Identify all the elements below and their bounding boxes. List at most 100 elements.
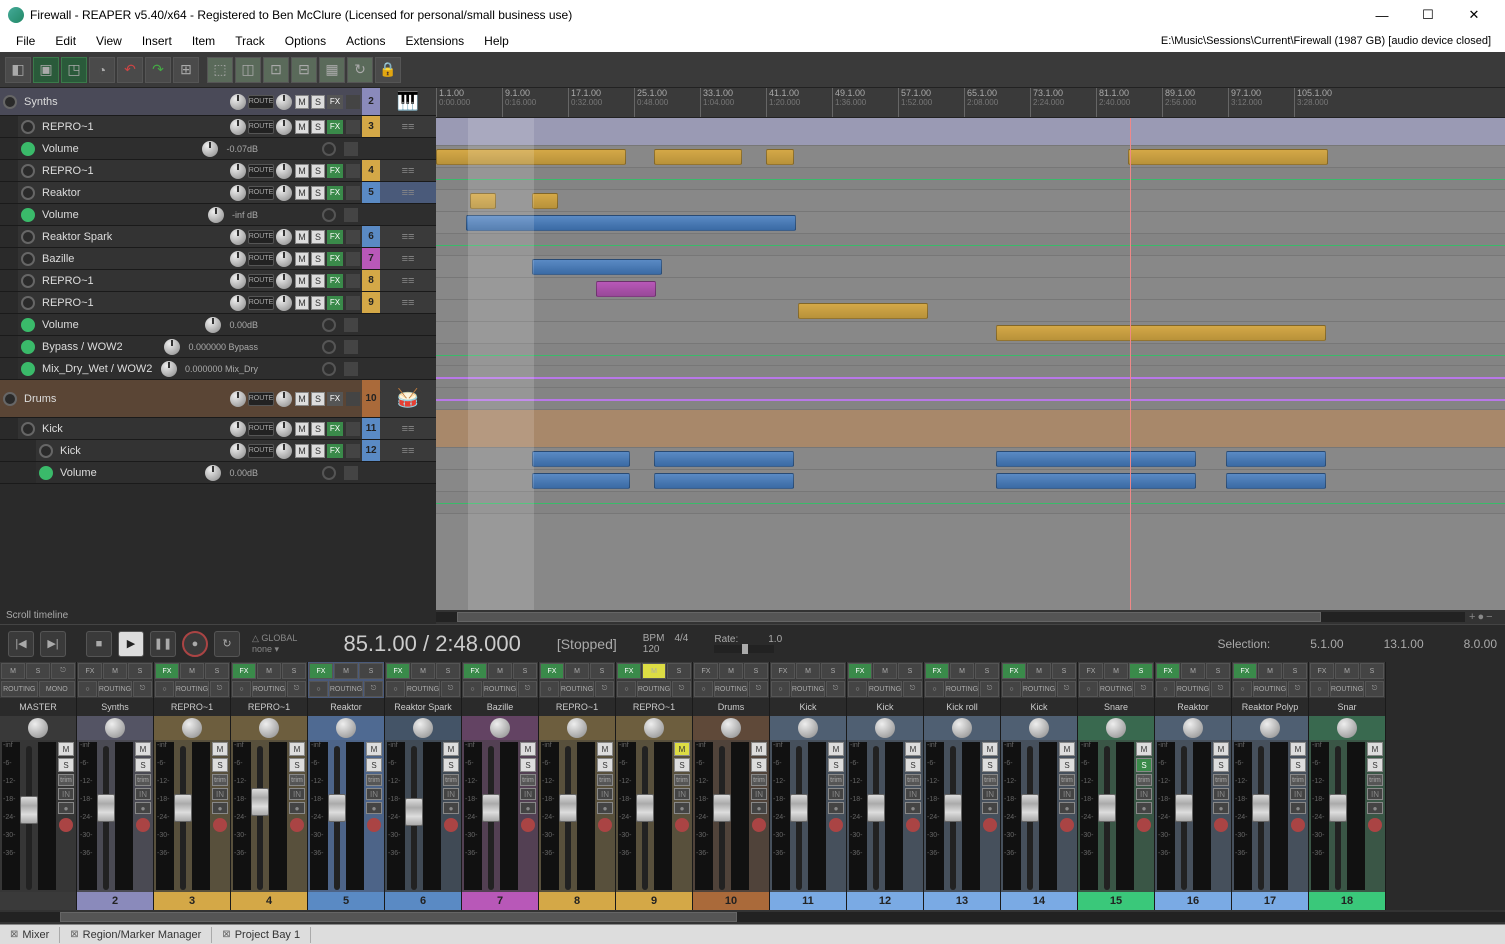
menu-item[interactable]: Item (182, 32, 225, 50)
menu-track[interactable]: Track (225, 32, 275, 50)
ch-m[interactable]: M (1335, 663, 1359, 679)
record-arm[interactable] (21, 296, 35, 310)
ch-routing[interactable]: ROUTING (637, 681, 671, 697)
ch-s[interactable]: S (975, 663, 999, 679)
mixer-channel[interactable]: FXMS○ROUTING⎋Reaktor Spark-inf-6--12--18… (385, 662, 462, 910)
record-arm[interactable] (3, 95, 17, 109)
track-row[interactable]: REPRO~1ROUTEMSFX8≡≡ (0, 270, 436, 292)
tool-item[interactable]: ⊞ (173, 57, 199, 83)
ch-rec[interactable] (136, 818, 150, 832)
ch-fx[interactable]: FX (1002, 663, 1026, 679)
ch-s[interactable]: S (205, 663, 229, 679)
menu-extensions[interactable]: Extensions (395, 32, 474, 50)
track-row[interactable]: Reaktor SparkROUTEMSFX6≡≡ (0, 226, 436, 248)
ch-rec[interactable] (752, 818, 766, 832)
ch-rec[interactable] (444, 818, 458, 832)
goto-end-button[interactable]: ▶| (40, 631, 66, 657)
ch-fx[interactable]: FX (1310, 663, 1334, 679)
env-arm[interactable] (21, 142, 35, 156)
ch-pan[interactable] (567, 718, 587, 738)
mixer-channel[interactable]: FXMS○ROUTING⎋Reaktor-inf-6--12--18--24--… (308, 662, 385, 910)
ch-m[interactable]: M (257, 663, 281, 679)
ch-routing[interactable]: ROUTING (329, 681, 363, 697)
track-row[interactable]: Volume-inf dB (0, 204, 436, 226)
ch-s[interactable]: S (128, 663, 152, 679)
tool-ripple[interactable]: ◫ (235, 57, 261, 83)
ch-fader[interactable] (180, 746, 186, 890)
ch-mute[interactable]: M (520, 742, 536, 756)
ch-fx[interactable]: FX (540, 663, 564, 679)
env-knob[interactable] (161, 361, 177, 377)
media-clip[interactable] (1128, 149, 1328, 165)
ch-routing[interactable]: ROUTING (1022, 681, 1056, 697)
ch-solo[interactable]: S (212, 758, 228, 772)
media-clip[interactable] (996, 325, 1326, 341)
mixer-channel[interactable]: FXMS○ROUTING⎋REPRO~1-inf-6--12--18--24--… (616, 662, 693, 910)
track-row[interactable]: Volume0.00dB (0, 314, 436, 336)
play-button[interactable]: ▶ (118, 631, 144, 657)
route-button[interactable]: ROUTE (248, 392, 274, 406)
tool-undo[interactable]: ↶ (117, 57, 143, 83)
route-button[interactable]: ROUTE (248, 252, 274, 266)
track-row[interactable]: BazilleROUTEMSFX7≡≡ (0, 248, 436, 270)
ch-rec[interactable] (367, 818, 381, 832)
media-clip[interactable] (436, 149, 626, 165)
ch-pan[interactable] (182, 718, 202, 738)
volume-knob[interactable] (230, 295, 246, 311)
ch-routing[interactable]: ROUTING (483, 681, 517, 697)
mixer-channel[interactable]: FXMS○ROUTING⎋Kick-inf-6--12--18--24--30-… (847, 662, 924, 910)
menu-insert[interactable]: Insert (132, 32, 182, 50)
pan-knob[interactable] (276, 119, 292, 135)
ch-pan[interactable] (1106, 718, 1126, 738)
ch-s[interactable]: S (513, 663, 537, 679)
pan-knob[interactable] (276, 391, 292, 407)
ch-routing[interactable]: ROUTING (1253, 681, 1287, 697)
mute-button[interactable]: M (295, 186, 309, 200)
ch-rec[interactable] (1368, 818, 1382, 832)
ch-rec[interactable] (213, 818, 227, 832)
solo-button[interactable]: S (311, 296, 325, 310)
ch-s[interactable]: S (744, 663, 768, 679)
ch-solo[interactable]: S (1213, 758, 1229, 772)
ch-solo[interactable]: S (366, 758, 382, 772)
track-row[interactable]: DrumsROUTEMSFX10🥁 (0, 380, 436, 418)
route-button[interactable]: ROUTE (248, 422, 274, 436)
ch-routing[interactable]: ROUTING (868, 681, 902, 697)
ch-mute[interactable]: M (1290, 742, 1306, 756)
fx-button[interactable]: FX (327, 392, 343, 406)
track-row[interactable]: REPRO~1ROUTEMSFX3≡≡ (0, 116, 436, 138)
ch-routing[interactable]: ROUTING (791, 681, 825, 697)
ch-s[interactable]: S (1129, 663, 1153, 679)
solo-button[interactable]: S (311, 274, 325, 288)
mixer-channel[interactable]: FXMS○ROUTING⎋Reaktor Polyp-inf-6--12--18… (1232, 662, 1309, 910)
media-clip[interactable] (466, 215, 796, 231)
ch-fader[interactable] (950, 746, 956, 890)
ch-routing[interactable]: ROUTING (1, 681, 38, 697)
maximize-button[interactable]: ☐ (1405, 0, 1451, 30)
bottom-tab[interactable]: ⊠Region/Marker Manager (60, 927, 212, 943)
ch-m[interactable]: M (873, 663, 897, 679)
ch-pan[interactable] (1183, 718, 1203, 738)
env-arm[interactable] (21, 318, 35, 332)
menu-actions[interactable]: Actions (336, 32, 395, 50)
track-row[interactable]: Bypass / WOW20.000000 Bypass (0, 336, 436, 358)
ch-fx[interactable]: FX (1156, 663, 1180, 679)
mixer-channel[interactable]: FXMS○ROUTING⎋Snar-inf-6--12--18--24--30-… (1309, 662, 1386, 910)
tool-redo[interactable]: ↷ (145, 57, 171, 83)
selection-length[interactable]: 8.0.00 (1464, 637, 1497, 651)
ch-routing[interactable]: ROUTING (1330, 681, 1364, 697)
volume-knob[interactable] (230, 273, 246, 289)
ch-routing[interactable]: ROUTING (98, 681, 132, 697)
bottom-tab[interactable]: ⊠Project Bay 1 (212, 927, 311, 943)
record-arm[interactable] (21, 252, 35, 266)
volume-knob[interactable] (230, 443, 246, 459)
route-button[interactable]: ROUTE (248, 274, 274, 288)
media-clip[interactable] (532, 473, 630, 489)
media-clip[interactable] (1226, 451, 1326, 467)
mute-button[interactable]: M (295, 164, 309, 178)
ch-solo[interactable]: S (289, 758, 305, 772)
media-clip[interactable] (1226, 473, 1326, 489)
ch-rec[interactable] (1137, 818, 1151, 832)
fx-button[interactable]: FX (327, 444, 343, 458)
media-clip[interactable] (470, 193, 496, 209)
